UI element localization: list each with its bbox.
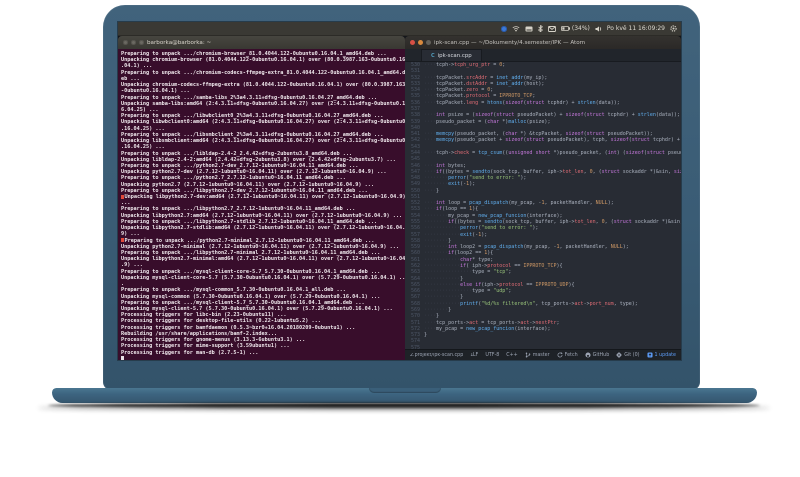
terminal-prompt-line[interactable] xyxy=(121,356,405,360)
git-icon xyxy=(616,352,622,358)
status-lf[interactable]: LF xyxy=(473,353,478,358)
clock-label[interactable]: Po kvě 11 16:09:29 xyxy=(607,25,665,32)
screen: (34%) Po kvě 11 16:09:29 barborka@barbork… xyxy=(117,21,682,361)
tab-label: ipk-scan.cpp xyxy=(437,52,472,59)
laptop-shadow xyxy=(38,406,770,410)
terminal-body[interactable]: Preparing to unpack .../chromium-browser… xyxy=(118,49,405,360)
battery-icon[interactable]: (34%) xyxy=(560,25,590,32)
update-icon xyxy=(646,352,653,358)
code-line: 544 ····tcph->check = tcp_csum((unsigned … xyxy=(405,150,681,156)
top-panel: (34%) Po kvě 11 16:09:29 xyxy=(118,22,681,36)
status-bar: 2.projekt/ipk-scan.cpp 1:1 LFUTF-8C++mas… xyxy=(405,349,681,360)
close-icon[interactable] xyxy=(410,40,415,45)
volume-icon[interactable] xyxy=(595,25,602,32)
code-text: ····tcph->tcph_urg_ptr = 0; xyxy=(424,62,506,68)
maximize-icon[interactable] xyxy=(139,40,144,45)
scroll-marker-icon xyxy=(121,238,124,243)
status-fetch[interactable]: Fetch xyxy=(557,352,578,358)
sync-icon xyxy=(557,352,563,358)
network-wifi-icon[interactable] xyxy=(512,25,520,32)
laptop-lid: (34%) Po kvě 11 16:09:29 barborka@barbork… xyxy=(103,5,700,390)
code-text: ····pseudo_packet = (char *)malloc(psize… xyxy=(424,118,551,125)
status-git-0-[interactable]: Git (0) xyxy=(616,352,640,358)
atom-title: ipk-scan.cpp — ~/Dokumenty/4.semester/IP… xyxy=(434,39,586,46)
c-file-icon: C xyxy=(431,52,435,59)
terminal-window[interactable]: barborka@barborka: ~ Preparing to unpack… xyxy=(118,36,405,360)
laptop-lid-notch xyxy=(369,388,441,393)
minimize-icon[interactable] xyxy=(131,40,136,45)
desktop-windows: barborka@barborka: ~ Preparing to unpack… xyxy=(118,36,681,360)
laptop-base xyxy=(52,388,757,403)
status-utf-8[interactable]: UTF-8 xyxy=(485,353,499,358)
terminal-titlebar[interactable]: barborka@barborka: ~ xyxy=(118,36,405,49)
status-file-path[interactable]: 2.projekt/ipk-scan.cpp xyxy=(410,353,463,358)
tab-ipk-scan-cpp[interactable]: C ipk-scan.cpp xyxy=(421,49,482,61)
minimize-icon[interactable] xyxy=(418,40,423,45)
indicator-icon[interactable] xyxy=(500,25,507,32)
code-text: ············printf("%d/%s filtered\n", t… xyxy=(424,300,638,307)
atom-titlebar[interactable]: ipk-scan.cpp — ~/Dokumenty/4.semester/IP… xyxy=(405,36,681,49)
branch-icon xyxy=(525,352,531,358)
status-c-[interactable]: C++ xyxy=(506,353,517,358)
code-line: 542 ····memcpy(pseudo_packet + sizeof(str… xyxy=(405,137,681,143)
status-github[interactable]: GitHub xyxy=(585,352,609,358)
status-master[interactable]: master xyxy=(525,352,550,358)
terminal-cursor xyxy=(121,356,125,360)
scroll-marker-icon xyxy=(121,194,124,199)
github-icon xyxy=(585,352,591,358)
atom-window[interactable]: ipk-scan.cpp — ~/Dokumenty/4.semester/IP… xyxy=(405,36,681,360)
laptop-mockup: (34%) Po kvě 11 16:09:29 barborka@barbork… xyxy=(0,0,800,477)
terminal-title: barborka@barborka: ~ xyxy=(147,39,212,46)
bluetooth-icon[interactable] xyxy=(537,25,543,32)
code-text: ····my_pcap = new_pcap_funcion(interface… xyxy=(424,325,551,332)
tab-bar: C ipk-scan.cpp xyxy=(405,49,681,62)
close-icon[interactable] xyxy=(123,40,128,45)
maximize-icon[interactable] xyxy=(426,40,431,45)
code-editor[interactable]: 530 ····tcph->tcph_urg_ptr = 0; 531 532 ···… xyxy=(405,62,681,349)
status-1-update[interactable]: 1 update xyxy=(646,352,676,358)
gear-icon[interactable] xyxy=(670,25,677,32)
code-text: ····tcph->check = tcp_csum((unsigned sho… xyxy=(424,149,681,156)
code-text: ····tcpPacket.leng = htons(sizeof(struct… xyxy=(424,99,620,106)
mail-icon[interactable] xyxy=(547,25,556,32)
keyboard-icon[interactable] xyxy=(525,26,533,32)
code-text: ····memcpy(pseudo_packet + sizeof(struct… xyxy=(424,137,681,144)
